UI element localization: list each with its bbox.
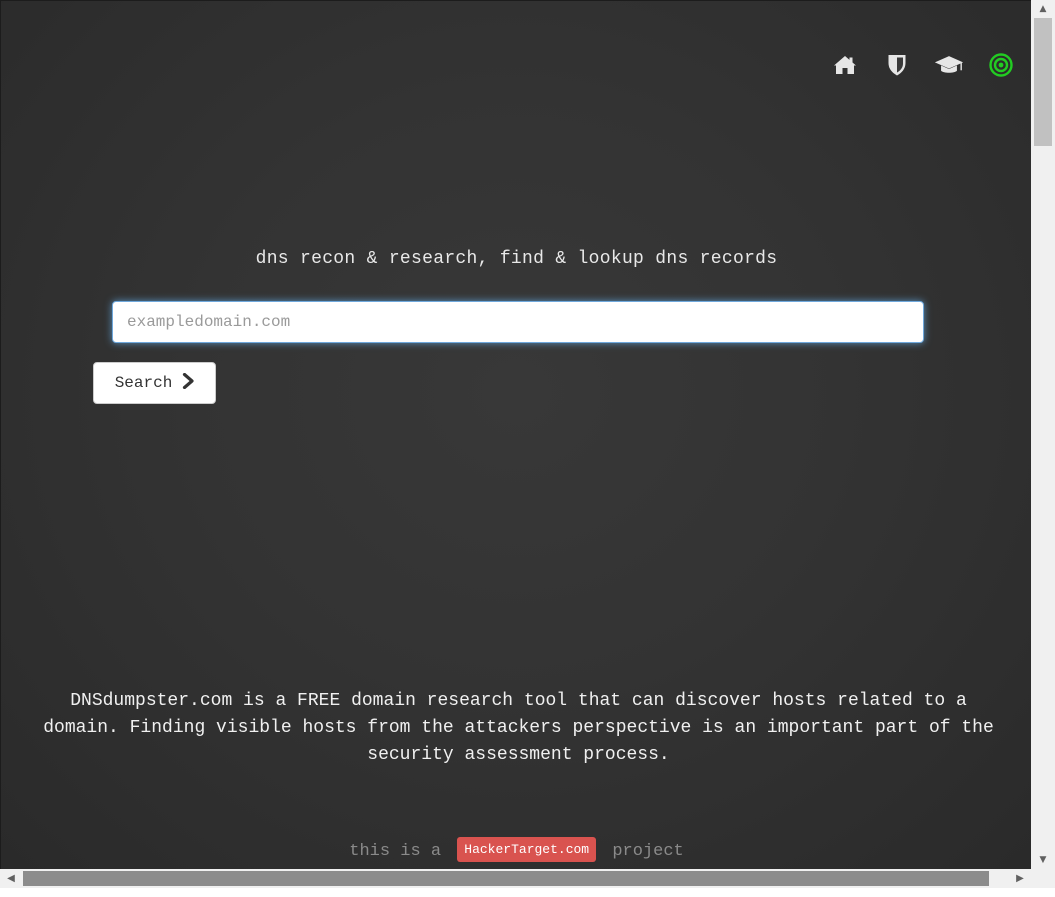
target-icon[interactable] (986, 51, 1016, 79)
horizontal-scroll-thumb[interactable] (23, 871, 989, 886)
search-button[interactable]: Search (93, 362, 216, 404)
page-tagline: dns recon & research, find & lookup dns … (255, 249, 778, 269)
scroll-up-arrow-icon[interactable]: ▲ (1031, 0, 1055, 18)
home-icon[interactable] (830, 51, 860, 79)
footer: this is a HackerTarget.com project (1, 837, 1032, 863)
page-viewport: dns recon & research, find & lookup dns … (0, 0, 1032, 870)
shield-icon[interactable] (882, 51, 912, 79)
site-description: DNSdumpster.com is a FREE domain researc… (43, 691, 994, 765)
footer-prefix: this is a (349, 841, 442, 861)
vertical-scroll-thumb[interactable] (1034, 18, 1052, 146)
scroll-left-arrow-icon[interactable]: ◀ (2, 869, 20, 888)
domain-search-input[interactable] (112, 301, 924, 343)
scroll-right-arrow-icon[interactable]: ▶ (1011, 869, 1029, 888)
below-content-strip (0, 888, 1055, 897)
search-button-label: Search (114, 374, 173, 392)
horizontal-scrollbar[interactable]: ◀ ▶ (0, 869, 1031, 888)
graduation-cap-icon[interactable] (934, 51, 964, 79)
vertical-scrollbar[interactable]: ▲ ▼ (1031, 0, 1055, 869)
top-nav (830, 51, 1016, 79)
scroll-down-arrow-icon[interactable]: ▼ (1031, 851, 1055, 869)
hackertarget-link[interactable]: HackerTarget.com (457, 837, 597, 862)
scrollbar-corner (1031, 869, 1055, 888)
footer-suffix: project (612, 841, 684, 861)
chevron-right-icon (182, 372, 194, 394)
